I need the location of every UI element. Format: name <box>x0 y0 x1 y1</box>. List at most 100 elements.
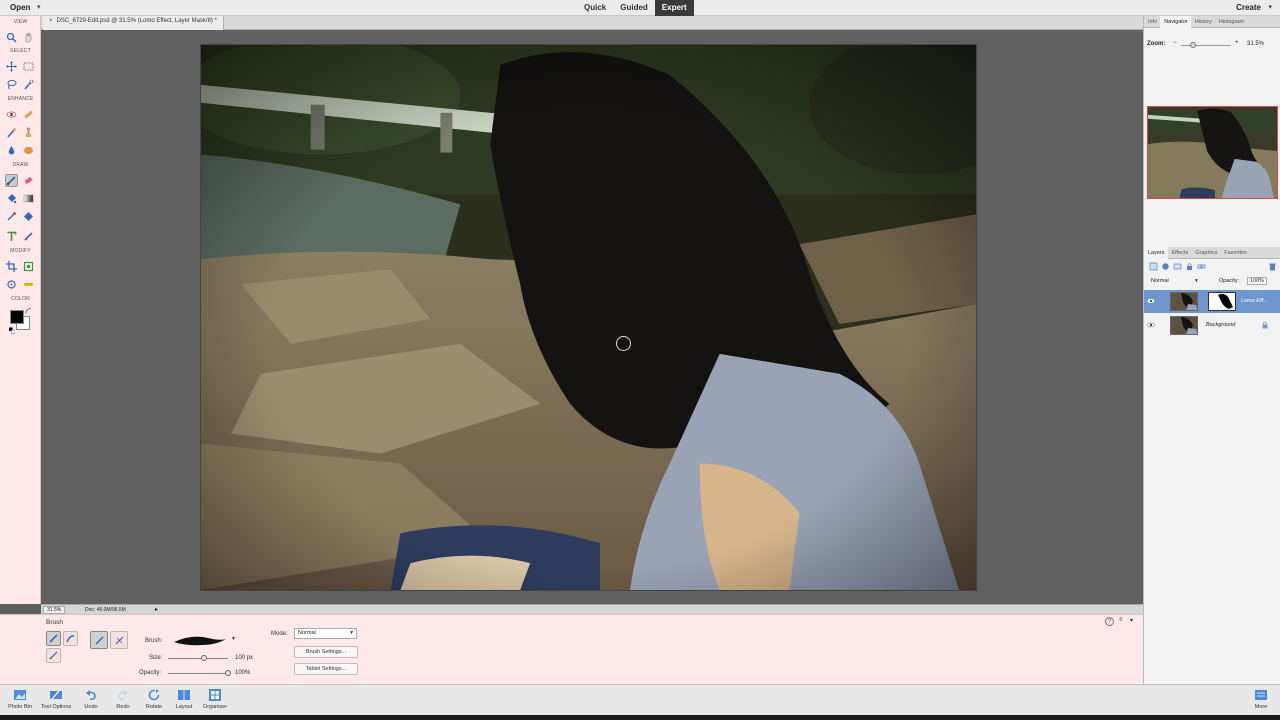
options-menu-icon[interactable]: ≡ <box>1119 617 1123 623</box>
visibility-eye-icon[interactable] <box>1147 297 1155 305</box>
status-menu-arrow[interactable]: ▸ <box>155 606 158 613</box>
layer-row-lomo[interactable]: Lomo Eff... <box>1144 290 1280 313</box>
foreground-color-swatch[interactable] <box>10 310 24 324</box>
layer-lock-icon[interactable] <box>1261 321 1269 329</box>
marquee-icon[interactable] <box>22 60 35 73</box>
more-button[interactable]: More <box>1241 688 1280 710</box>
navigator-zoom: Zoom: − + 31.5% <box>1147 40 1277 50</box>
photo-bin-button[interactable]: Photo Bin <box>0 688 40 710</box>
document-tab[interactable]: × DSC_6729-Edit.psd @ 31.5% (Lomo Effect… <box>43 16 224 30</box>
color-replacement-icon[interactable] <box>46 648 61 663</box>
red-eye-icon[interactable] <box>5 108 18 121</box>
straighten-icon[interactable] <box>22 278 35 291</box>
eyedropper-icon[interactable] <box>5 210 18 223</box>
help-icon[interactable]: ? <box>1105 617 1114 626</box>
recompose-icon[interactable] <box>22 260 35 273</box>
blend-mode-arrow[interactable]: ▾ <box>1195 278 1198 284</box>
create-dropdown-arrow[interactable]: ▾ <box>1268 3 1272 11</box>
zoom-slider-thumb[interactable] <box>1190 42 1196 48</box>
canvas-area[interactable] <box>41 30 1143 604</box>
brush-opacity-label: Opacity: <box>139 670 162 676</box>
airbrush-off-icon[interactable] <box>90 631 108 649</box>
size-value[interactable]: 100 px <box>235 655 253 661</box>
zoom-in-button[interactable]: + <box>1235 40 1239 46</box>
trash-icon[interactable] <box>1268 262 1277 271</box>
tab-navigator[interactable]: Navigator <box>1160 16 1191 28</box>
content-aware-move-icon[interactable] <box>5 278 18 291</box>
lock-icon[interactable] <box>1185 262 1194 271</box>
brush-opacity-thumb[interactable] <box>225 670 231 676</box>
link-icon[interactable] <box>1197 262 1206 271</box>
tablet-settings-button[interactable]: Tablet Settings... <box>294 663 358 675</box>
pencil-icon[interactable] <box>22 230 35 243</box>
brush-opacity-slider[interactable] <box>168 673 228 674</box>
lasso-icon[interactable] <box>5 78 18 91</box>
tab-history[interactable]: History <box>1191 16 1215 28</box>
tab-effects[interactable]: Effects <box>1168 247 1192 259</box>
impressionist-brush-icon[interactable] <box>63 631 78 646</box>
brush-icon[interactable] <box>5 174 18 187</box>
gradient-icon[interactable] <box>22 192 35 205</box>
tab-favorites[interactable]: Favorites <box>1220 247 1250 259</box>
zoom-slider[interactable] <box>1181 45 1231 46</box>
move-icon[interactable] <box>5 60 18 73</box>
default-colors-icon[interactable] <box>9 327 15 334</box>
photo-canvas[interactable] <box>200 44 977 591</box>
visibility-eye-icon[interactable] <box>1147 321 1155 329</box>
paint-bucket-icon[interactable] <box>5 192 18 205</box>
size-slider-thumb[interactable] <box>201 655 207 661</box>
new-adjustment-layer-icon[interactable] <box>1161 262 1170 271</box>
layer-opacity-field[interactable]: 100% <box>1247 277 1268 285</box>
new-group-icon[interactable] <box>1173 262 1182 271</box>
mode-quick[interactable]: Quick <box>577 0 613 16</box>
sponge-icon[interactable] <box>22 144 35 157</box>
layer-name[interactable]: Lomo Eff... <box>1241 298 1268 304</box>
brush-opacity-value[interactable]: 100% <box>235 670 250 676</box>
zoom-out-button[interactable]: − <box>1173 40 1177 46</box>
organizer-button[interactable]: Organizer <box>195 688 235 710</box>
new-layer-icon[interactable] <box>1149 262 1158 271</box>
tab-histogram[interactable]: Histogram <box>1215 16 1247 28</box>
create-menu[interactable]: Create <box>1236 3 1261 12</box>
layer-name[interactable]: Background <box>1206 322 1235 328</box>
brush-settings-button[interactable]: Brush Settings... <box>294 646 358 658</box>
doc-size-info: Doc: 46.0M/96.5M <box>85 607 126 613</box>
mode-guided[interactable]: Guided <box>613 0 655 16</box>
hand-icon[interactable] <box>22 31 35 44</box>
navigator-preview[interactable] <box>1147 106 1278 199</box>
zoom-field[interactable]: 31.5% <box>43 606 66 614</box>
shape-icon[interactable] <box>22 210 35 223</box>
layout-label: Layout <box>175 704 193 710</box>
crop-icon[interactable] <box>5 260 18 273</box>
mode-expert[interactable]: Expert <box>654 0 694 16</box>
smart-brush-icon[interactable] <box>5 126 18 139</box>
mode-switcher: Quick Guided Expert <box>577 0 694 16</box>
close-icon[interactable]: × <box>49 18 53 30</box>
brush-preset-arrow[interactable]: ▾ <box>232 635 235 642</box>
open-menu[interactable]: Open <box>10 3 30 12</box>
brush-preset-preview[interactable] <box>172 633 228 647</box>
collapse-icon[interactable]: ▾ <box>1130 617 1133 624</box>
blur-icon[interactable] <box>5 144 18 157</box>
eraser-icon[interactable] <box>22 174 35 187</box>
open-dropdown-arrow[interactable]: ▾ <box>37 3 41 11</box>
spot-healing-icon[interactable] <box>22 108 35 121</box>
brush-tool-icon[interactable] <box>46 631 61 646</box>
tab-layers[interactable]: Layers <box>1144 247 1168 259</box>
layer-mask-thumbnail[interactable] <box>1208 292 1236 311</box>
zoom-icon[interactable] <box>5 31 18 44</box>
tab-info[interactable]: Info <box>1144 16 1160 28</box>
swap-colors-icon[interactable] <box>25 307 33 315</box>
quick-selection-icon[interactable] <box>22 78 35 91</box>
layer-row-background[interactable]: Background <box>1144 314 1280 337</box>
tool-options-button[interactable]: Tool Options <box>36 688 76 710</box>
blend-mode-select[interactable]: Normal <box>1151 278 1169 284</box>
size-slider[interactable] <box>168 658 228 659</box>
airbrush-icon[interactable] <box>110 631 128 649</box>
mode-select[interactable]: Normal ▾ <box>294 628 357 639</box>
layers-panel-tabs: Layers Effects Graphics Favorites <box>1144 247 1280 259</box>
layer-tools <box>1147 262 1278 272</box>
type-icon[interactable] <box>5 230 18 243</box>
clone-stamp-icon[interactable] <box>22 126 35 139</box>
tab-graphics[interactable]: Graphics <box>1191 247 1220 259</box>
